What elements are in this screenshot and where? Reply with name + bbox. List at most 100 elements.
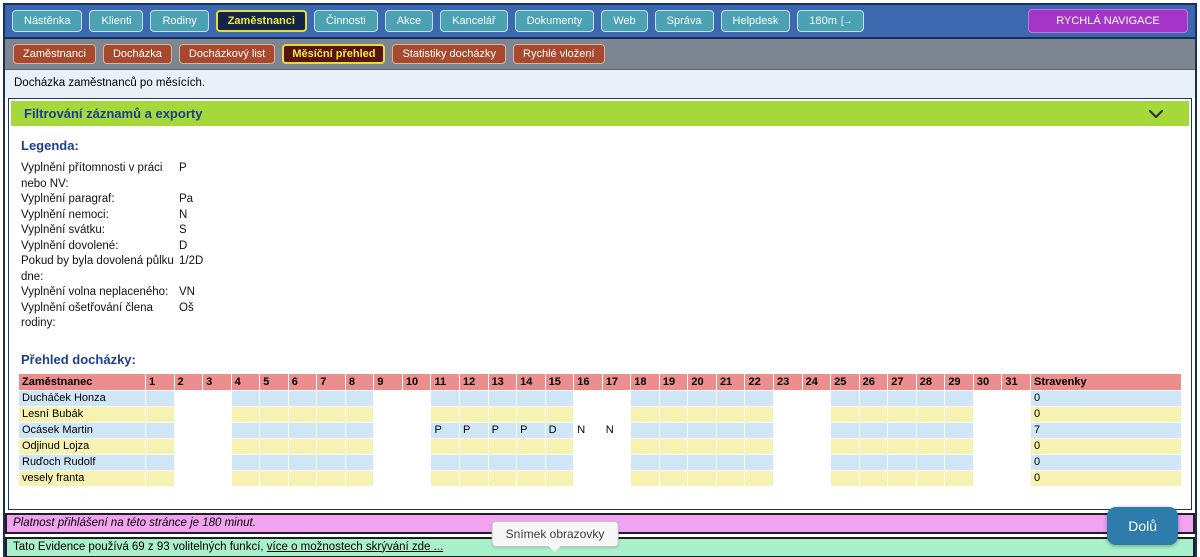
sub-toolbar: Zaměstnanci Docházka Docházkový list Měsíčn… [5, 39, 1195, 70]
toolbar-item-statistiky-dochazky[interactable]: Statistiky docházky [392, 44, 506, 64]
day-cell [888, 391, 916, 406]
chevron-down-icon[interactable] [1148, 109, 1164, 119]
day-cell [603, 407, 631, 422]
day-cell [745, 439, 773, 454]
day-cell [1002, 423, 1030, 438]
quick-navigation-button[interactable]: RYCHLÁ NAVIGACE [1028, 9, 1188, 33]
legend-rows: Vyplnění přítomnosti v práci nebo NV:PVy… [21, 161, 1179, 332]
day-cell [660, 407, 688, 422]
day-cell [717, 471, 745, 486]
day-cell [489, 471, 517, 486]
nav-item-nastenka[interactable]: Nástěnka [12, 10, 82, 32]
nav-item-dokumenty[interactable]: Dokumenty [515, 10, 595, 32]
day-cell [631, 391, 659, 406]
day-cell [374, 455, 402, 470]
day-cell [803, 423, 831, 438]
day-cell [203, 407, 231, 422]
legend-row: Vyplnění ošetřování člena rodiny:Oš [21, 301, 1179, 332]
attendance-row-lesni-bubak: Lesní Bubák0 [19, 407, 1181, 422]
day-cell [631, 471, 659, 486]
day-cell [203, 439, 231, 454]
day-cell [917, 407, 945, 422]
nav-item-zamestnanci[interactable]: Zaměstnanci [216, 10, 307, 32]
day-cell [745, 391, 773, 406]
day-cell [603, 471, 631, 486]
day-cell [517, 391, 545, 406]
day-cell: N [574, 423, 602, 438]
nav-item-helpdesk[interactable]: Helpdesk [721, 10, 791, 32]
day-cell [660, 471, 688, 486]
nav-item-kancelar[interactable]: Kancelář [440, 10, 507, 32]
col-header-day-31: 31 [1002, 374, 1030, 390]
nav-item-cinnosti[interactable]: Činnosti [314, 10, 378, 32]
nav-item-sprava[interactable]: Správa [655, 10, 714, 32]
legend-label: Pokud by byla dovolená půlku dne: [21, 254, 179, 285]
legend-label: Vyplnění nemoci: [21, 208, 179, 224]
toolbar-item-rychle-vlozeni[interactable]: Rychlé vložení [513, 44, 605, 64]
day-cell [260, 455, 288, 470]
day-cell [403, 423, 431, 438]
toolbar-item-dochazka[interactable]: Docházka [103, 44, 172, 64]
day-cell [974, 439, 1002, 454]
col-header-day-19: 19 [660, 374, 688, 390]
session-timer-button[interactable]: 180m[→ [797, 10, 863, 32]
col-header-day-11: 11 [431, 374, 459, 390]
app-frame: Nástěnka Klienti Rodiny Zaměstnanci Činnosti… [3, 3, 1197, 557]
day-cell [774, 423, 802, 438]
day-cell [803, 439, 831, 454]
toolbar-item-mesicni-prehled[interactable]: Měsíční přehled [282, 44, 385, 64]
legend-label: Vyplnění paragraf: [21, 192, 179, 208]
toolbar-item-dochazkovy-list[interactable]: Docházkový list [179, 44, 275, 64]
day-cell [717, 455, 745, 470]
nav-item-akce[interactable]: Akce [385, 10, 433, 32]
day-cell [1002, 471, 1030, 486]
day-cell [346, 455, 374, 470]
day-cell [203, 471, 231, 486]
day-cell [460, 407, 488, 422]
col-header-day-30: 30 [974, 374, 1002, 390]
day-cell [146, 439, 174, 454]
nav-item-web[interactable]: Web [601, 10, 647, 32]
logout-icon: [→ [841, 16, 852, 27]
nav-item-rodiny[interactable]: Rodiny [150, 10, 208, 32]
scroll-down-button[interactable]: Dolů [1107, 507, 1178, 545]
employee-name: Ducháček Honza [19, 391, 145, 406]
col-header-day-3: 3 [203, 374, 231, 390]
legend-row: Vyplnění dovolené:D [21, 239, 1179, 255]
stravenky-value: 7 [1031, 423, 1181, 438]
day-cell [688, 391, 716, 406]
day-cell [260, 407, 288, 422]
col-header-employee: Zaměstnanec [19, 374, 145, 390]
evidence-notice-text: Tato Evidence používá 69 z 93 volitelnýc… [13, 541, 267, 553]
day-cell [974, 455, 1002, 470]
hide-options-link[interactable]: více o možnostech skrývání zde ... [267, 541, 443, 553]
day-cell [175, 423, 203, 438]
day-cell [317, 423, 345, 438]
legend-row: Pokud by byla dovolená půlku dne:1/2D [21, 254, 1179, 285]
attendance-table: Zaměstnanec12345678910111213141516171819… [18, 373, 1182, 487]
legend-row: Vyplnění svátku:S [21, 223, 1179, 239]
day-cell [346, 407, 374, 422]
day-cell [317, 407, 345, 422]
day-cell [774, 391, 802, 406]
day-cell [860, 407, 888, 422]
legend-value: 1/2D [179, 254, 203, 285]
filter-export-header[interactable]: Filtrování záznamů a exporty [11, 101, 1189, 126]
day-cell [660, 423, 688, 438]
legend-label: Vyplnění dovolené: [21, 239, 179, 255]
day-cell [688, 455, 716, 470]
day-cell [774, 455, 802, 470]
day-cell [489, 407, 517, 422]
day-cell [831, 391, 859, 406]
day-cell [803, 391, 831, 406]
day-cell [774, 439, 802, 454]
stravenky-value: 0 [1031, 439, 1181, 454]
day-cell [745, 471, 773, 486]
toolbar-item-zamestnanci[interactable]: Zaměstnanci [13, 44, 96, 64]
employee-name: vesely franta [19, 471, 145, 486]
day-cell [831, 471, 859, 486]
day-cell [717, 423, 745, 438]
day-cell [631, 423, 659, 438]
day-cell: N [603, 423, 631, 438]
nav-item-klienti[interactable]: Klienti [89, 10, 143, 32]
